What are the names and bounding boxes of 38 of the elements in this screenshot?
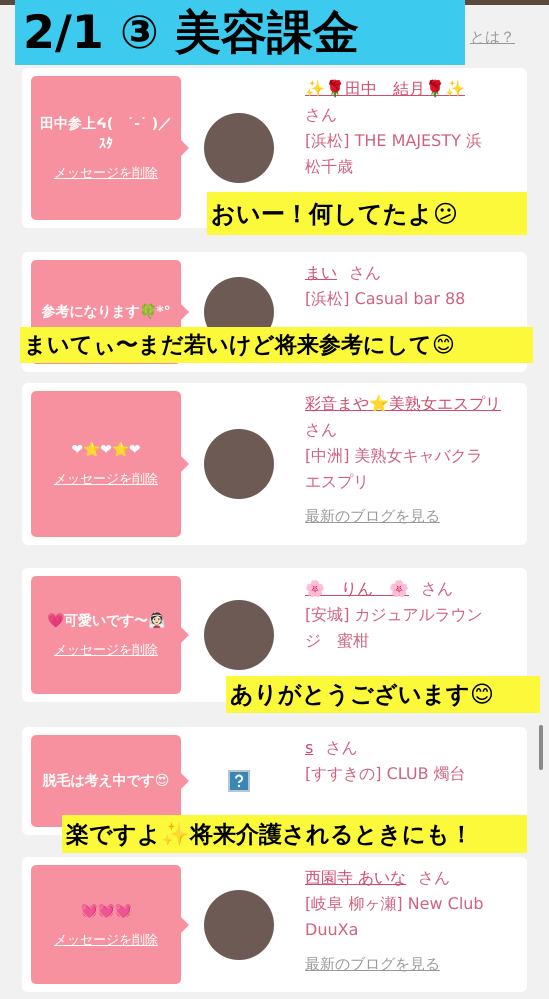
shop-name: [安城] カジュアルラウンジ 蜜柑 (305, 604, 484, 652)
broken-image-icon (228, 770, 250, 792)
message-text: ❤⭐❤⭐❤ (71, 440, 141, 460)
caption-banner: まいてぃ〜まだ若いけど将来参考にして😊 (20, 327, 533, 363)
name-link[interactable]: 西園寺 あいな (305, 868, 406, 887)
caption-banner: 2/1 ③ 美容課金 (15, 0, 465, 65)
blog-link[interactable]: 最新のブログを見る (305, 951, 440, 977)
name-link[interactable]: 彩音まや⭐美熟女エスプリ (305, 394, 501, 413)
message-text: 参考になります🍀*° (41, 302, 171, 322)
honorific: さん (325, 737, 358, 759)
shop-name: [浜松] Casual bar 88 (305, 288, 466, 310)
header-link[interactable]: とは？ (470, 28, 515, 47)
delete-message-link[interactable]: メッセージを削除 (54, 930, 158, 948)
caption-banner: 楽ですよ✨将来介護されるときにも！ (62, 815, 527, 853)
name-link[interactable]: 🌸 りん 🌸 (305, 579, 409, 598)
scrollbar-thumb (539, 725, 543, 770)
message-text: 💓💓💓 (80, 902, 132, 920)
message-text: 田中参上ᔦ( ˙-˙ )／ｽﾀ (38, 115, 174, 154)
delete-message-link[interactable]: メッセージを削除 (54, 164, 158, 182)
delete-message-link[interactable]: メッセージを削除 (54, 470, 158, 488)
delete-message-link[interactable]: メッセージを削除 (54, 641, 158, 659)
name-link[interactable]: まい (305, 263, 337, 282)
honorific: さん (349, 262, 381, 284)
message-text: 💗可愛いです〜👰🏻 (47, 612, 165, 631)
shop-name: [中洲] 美熟女キャバクラエスプリ (305, 445, 484, 493)
blog-link[interactable]: 最新のブログを見る (305, 503, 440, 529)
name-link[interactable]: ✨🌹田中 結月🌹✨ (305, 79, 465, 98)
message-text: 脱毛は考え中です😍 (42, 772, 170, 791)
honorific: さん (418, 867, 450, 889)
shop-name: [すすきの] CLUB 燭台 (305, 763, 467, 785)
name-link[interactable]: s (305, 738, 314, 757)
shop-name: [岐阜 柳ヶ瀬] New Club DuuXa (305, 893, 485, 941)
honorific: さん (421, 578, 453, 600)
honorific: さん (305, 419, 337, 441)
caption-banner: ありがとうございます😊 (226, 676, 540, 713)
caption-banner: おいー！何してたよ😕 (207, 192, 527, 235)
shop-name: [浜松] THE MAJESTY 浜松千歳 (305, 130, 483, 178)
honorific: さん (305, 104, 337, 126)
